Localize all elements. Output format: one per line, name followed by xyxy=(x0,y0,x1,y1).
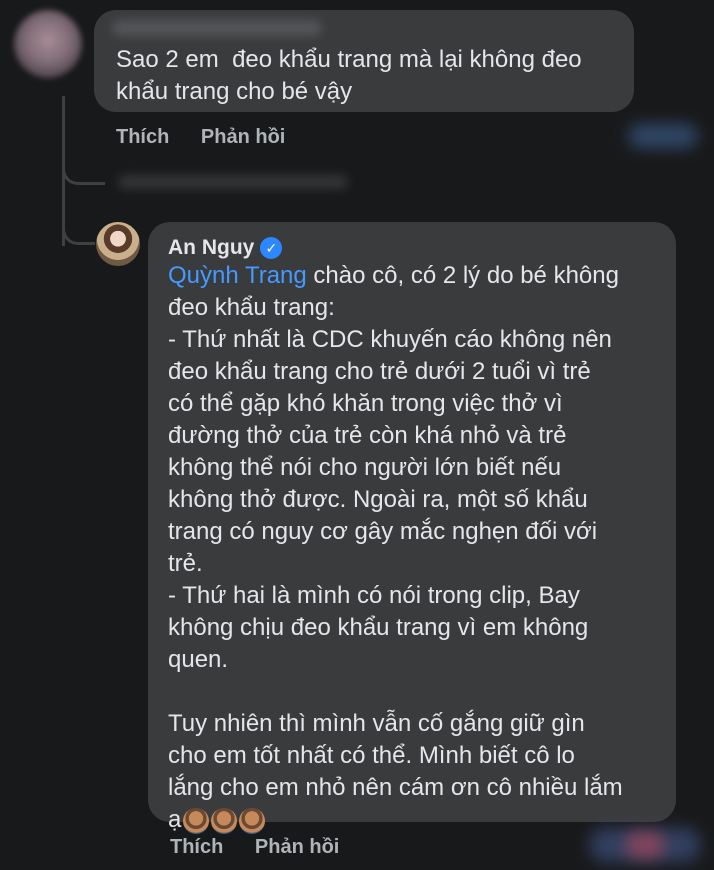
reply-body: chào cô, có 2 lý do bé không đeo khẩu tr… xyxy=(168,262,623,833)
like-button[interactable]: Thích xyxy=(170,836,223,858)
avatar[interactable] xyxy=(14,10,82,78)
author-name[interactable]: An Nguy xyxy=(168,236,254,260)
comment-actions: Thích Phản hồi xyxy=(116,126,311,149)
reply-text: Quỳnh Trang chào cô, có 2 lý do bé không… xyxy=(168,260,668,836)
verified-badge-icon: ✓ xyxy=(260,237,283,259)
reply-button[interactable]: Phản hồi xyxy=(255,836,339,858)
thread-connector xyxy=(62,150,105,185)
reply-author[interactable]: An Nguy ✓ xyxy=(168,236,283,260)
avatar[interactable] xyxy=(96,222,140,266)
mention-link[interactable]: Quỳnh Trang xyxy=(168,262,307,289)
reaction-count[interactable] xyxy=(628,124,698,148)
thread-connector xyxy=(62,210,95,245)
blurred-reply xyxy=(118,175,348,189)
person-gesturing-ok-emoji xyxy=(239,807,266,834)
person-gesturing-ok-emoji xyxy=(211,807,238,834)
comment-text: Sao 2 em đeo khẩu trang mà lại không đeo… xyxy=(116,46,582,105)
blurred-author-name xyxy=(112,20,322,36)
reply-actions: Thích Phản hồi xyxy=(170,836,365,859)
reaction-icon xyxy=(625,832,665,858)
person-gesturing-ok-emoji xyxy=(183,807,210,834)
reply-button[interactable]: Phản hồi xyxy=(201,126,285,148)
like-button[interactable]: Thích xyxy=(116,126,169,148)
